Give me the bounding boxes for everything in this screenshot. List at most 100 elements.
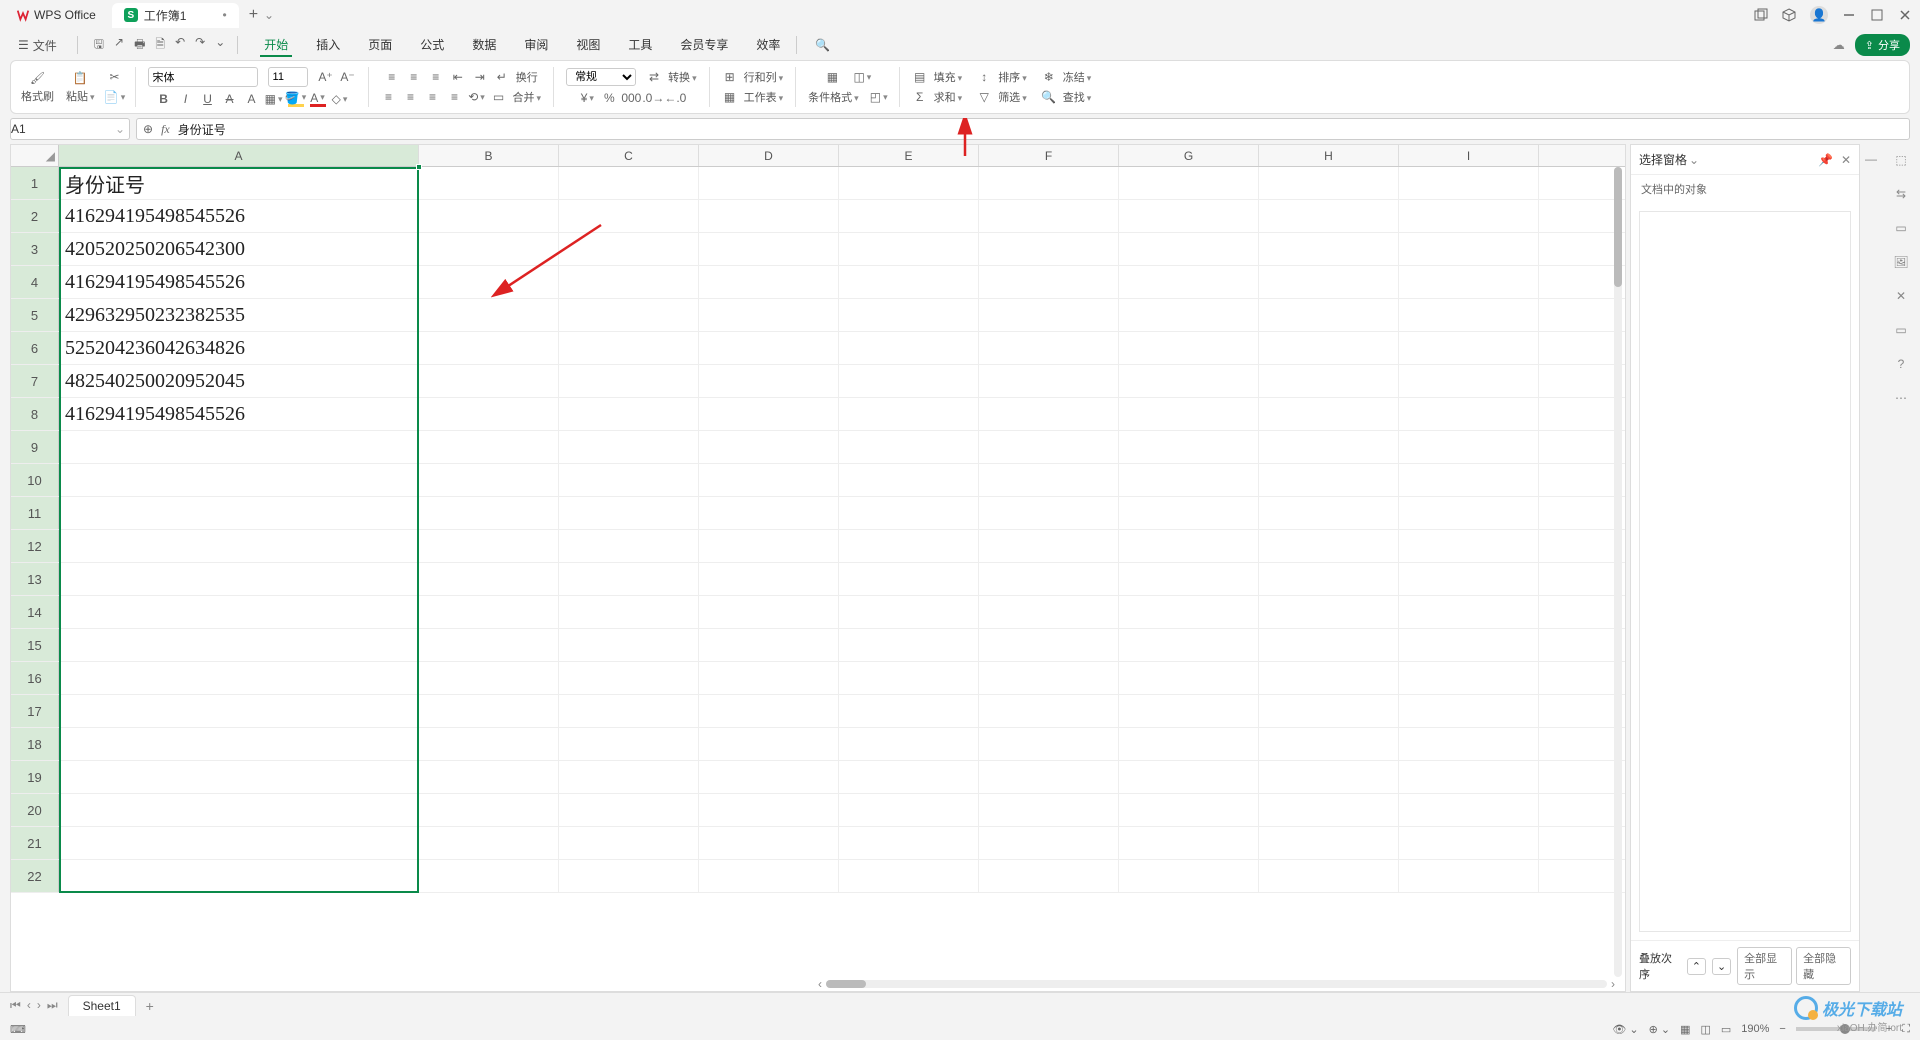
cell-E14[interactable] [839,596,979,628]
horizontal-scrollbar[interactable]: ‹› [818,977,1615,991]
cell-B2[interactable] [419,200,559,232]
cell-A4[interactable]: 416294195498545526 [59,266,419,298]
zoom-out-icon[interactable]: − [1779,1023,1785,1035]
cell-C6[interactable] [559,332,699,364]
cell-H10[interactable] [1259,464,1399,496]
menu-data[interactable]: 数据 [468,34,500,57]
cell-A22[interactable] [59,860,419,892]
cell-C9[interactable] [559,431,699,463]
row-header[interactable]: 21 [11,827,59,859]
cell-H2[interactable] [1259,200,1399,232]
cell-B5[interactable] [419,299,559,331]
cell-F2[interactable] [979,200,1119,232]
format-painter-icon[interactable]: 🖌 [30,70,46,86]
cell-G15[interactable] [1119,629,1259,661]
sheet-nav-last-icon[interactable]: ⏭ [47,998,58,1013]
cell-D19[interactable] [699,761,839,793]
menu-view[interactable]: 视图 [572,34,604,57]
sum-label[interactable]: 求和 [934,89,963,105]
sort-icon[interactable]: ↕ [976,69,992,85]
cell-I6[interactable] [1399,332,1539,364]
row-header[interactable]: 3 [11,233,59,265]
worksheet-label[interactable]: 工作表 [744,89,784,105]
cell-C13[interactable] [559,563,699,595]
cell-D6[interactable] [699,332,839,364]
cell-B4[interactable] [419,266,559,298]
cell-F21[interactable] [979,827,1119,859]
cell-D1[interactable] [699,167,839,199]
cell-D16[interactable] [699,662,839,694]
row-header[interactable]: 6 [11,332,59,364]
merge-icon[interactable]: ▭ [491,89,507,105]
font-color-icon[interactable]: A [310,91,326,107]
cell-H8[interactable] [1259,398,1399,430]
align-middle-icon[interactable]: ≡ [406,69,422,85]
row-header[interactable]: 12 [11,530,59,562]
row-header[interactable]: 7 [11,365,59,397]
cell-C19[interactable] [559,761,699,793]
cell-A15[interactable] [59,629,419,661]
file-menu[interactable]: ☰ 文件 [10,35,65,56]
cell-G18[interactable] [1119,728,1259,760]
pin-icon[interactable]: 📌 [1818,153,1833,167]
view-page-icon[interactable]: ◫ [1700,1023,1710,1036]
cell-G20[interactable] [1119,794,1259,826]
cell-I21[interactable] [1399,827,1539,859]
cell-H7[interactable] [1259,365,1399,397]
rail-help-icon[interactable]: ? [1891,354,1911,374]
cell-F8[interactable] [979,398,1119,430]
cell-I16[interactable] [1399,662,1539,694]
menu-formula[interactable]: 公式 [416,34,448,57]
cell-H1[interactable] [1259,167,1399,199]
column-header-H[interactable]: H [1259,145,1399,166]
share-button[interactable]: ⇪ 分享 [1855,34,1910,56]
grid-settings-icon[interactable]: ⊕ ⌄ [1649,1023,1671,1036]
align-right-icon[interactable]: ≡ [425,89,441,105]
hide-all-button[interactable]: 全部隐藏 [1796,947,1851,985]
eye-icon[interactable]: 👁 ⌄ [1612,1023,1638,1036]
cell-F7[interactable] [979,365,1119,397]
cell-A5[interactable]: 429632950232382535 [59,299,419,331]
convert-label[interactable]: 转换 [668,69,697,85]
cell-D15[interactable] [699,629,839,661]
row-header[interactable]: 8 [11,398,59,430]
cloud-icon[interactable]: ☁ [1833,38,1845,52]
find-label[interactable]: 查找 [1063,89,1092,105]
cell-C21[interactable] [559,827,699,859]
row-header[interactable]: 14 [11,596,59,628]
cell-A11[interactable] [59,497,419,529]
rail-select-icon[interactable]: ⬚ [1891,150,1911,170]
cell-E3[interactable] [839,233,979,265]
cell-G7[interactable] [1119,365,1259,397]
spreadsheet-grid[interactable]: ◢ ABCDEFGHI 1身份证号24162941954985455263420… [10,144,1626,992]
cell-B12[interactable] [419,530,559,562]
cell-F20[interactable] [979,794,1119,826]
align-bottom-icon[interactable]: ≡ [428,69,444,85]
convert-icon[interactable]: ⇄ [646,69,662,85]
cell-I19[interactable] [1399,761,1539,793]
save-icon[interactable]: 🖫 [94,35,104,56]
cell-D13[interactable] [699,563,839,595]
fill-color-icon[interactable]: 🪣 [288,91,304,107]
menu-page[interactable]: 页面 [364,34,396,57]
row-header[interactable]: 19 [11,761,59,793]
crop-icon[interactable]: ◰ [871,89,887,105]
cell-A2[interactable]: 416294195498545526 [59,200,419,232]
cell-B3[interactable] [419,233,559,265]
cell-F1[interactable] [979,167,1119,199]
menu-start[interactable]: 开始 [260,34,292,57]
fullscreen-icon[interactable]: ⛶ [1902,1023,1910,1036]
move-down-icon[interactable]: ⌄ [1712,958,1731,975]
column-header-D[interactable]: D [699,145,839,166]
cell-C2[interactable] [559,200,699,232]
cell-I15[interactable] [1399,629,1539,661]
cell-F15[interactable] [979,629,1119,661]
row-header[interactable]: 15 [11,629,59,661]
cell-E2[interactable] [839,200,979,232]
cell-B17[interactable] [419,695,559,727]
row-header[interactable]: 20 [11,794,59,826]
cell-C18[interactable] [559,728,699,760]
cell-style-icon[interactable]: ◫ [854,69,870,85]
cell-H18[interactable] [1259,728,1399,760]
fill-label[interactable]: 填充 [934,69,963,85]
